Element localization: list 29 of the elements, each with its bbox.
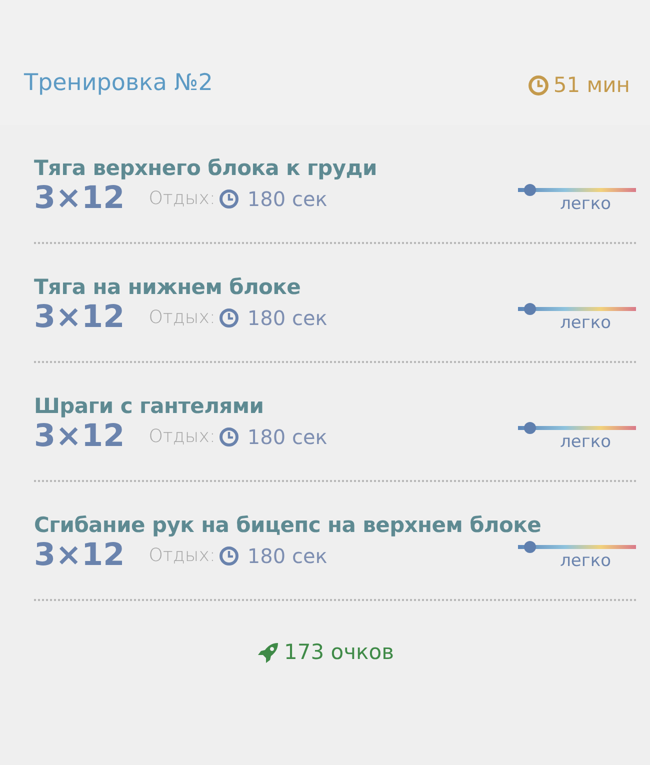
difficulty-label: легко <box>560 434 611 452</box>
workout-title: Тренировка №2 <box>24 69 213 98</box>
rest-label: Отдых: <box>148 425 216 450</box>
exercise-name: Сгибание рук на бицепс на верхнем блоке <box>34 514 542 538</box>
rest-time: 180 сек <box>247 186 328 213</box>
difficulty-label: легко <box>560 315 611 332</box>
exercise-name: Тяга на нижнем блоке <box>34 276 302 300</box>
rest-time: 180 сек <box>247 542 328 570</box>
clock-icon <box>219 546 240 566</box>
clock-icon <box>219 188 240 209</box>
duration: 51 мин <box>553 72 630 99</box>
clock-icon <box>219 426 240 447</box>
rest-label: Отдых: <box>148 187 216 212</box>
clock-icon <box>528 75 550 96</box>
difficulty-label: легко <box>560 196 611 214</box>
sets-reps: 3×12 <box>34 299 125 336</box>
clock-icon <box>219 308 240 328</box>
difficulty-label: легко <box>560 553 611 570</box>
rest-label: Отдых: <box>148 544 216 568</box>
sets-reps: 3×12 <box>34 537 125 574</box>
sets-reps: 3×12 <box>34 180 125 218</box>
points: 173 очков <box>284 639 394 666</box>
rocket-icon <box>256 640 280 665</box>
sets-reps: 3×12 <box>34 418 125 456</box>
exercise-name: Тяга верхнего блока к груди <box>34 157 378 180</box>
rest-time: 180 сек <box>247 424 328 451</box>
rest-time: 180 сек <box>247 304 328 332</box>
exercise-name: Шраги с гантелями <box>34 395 265 418</box>
rest-label: Отдых: <box>148 306 216 330</box>
